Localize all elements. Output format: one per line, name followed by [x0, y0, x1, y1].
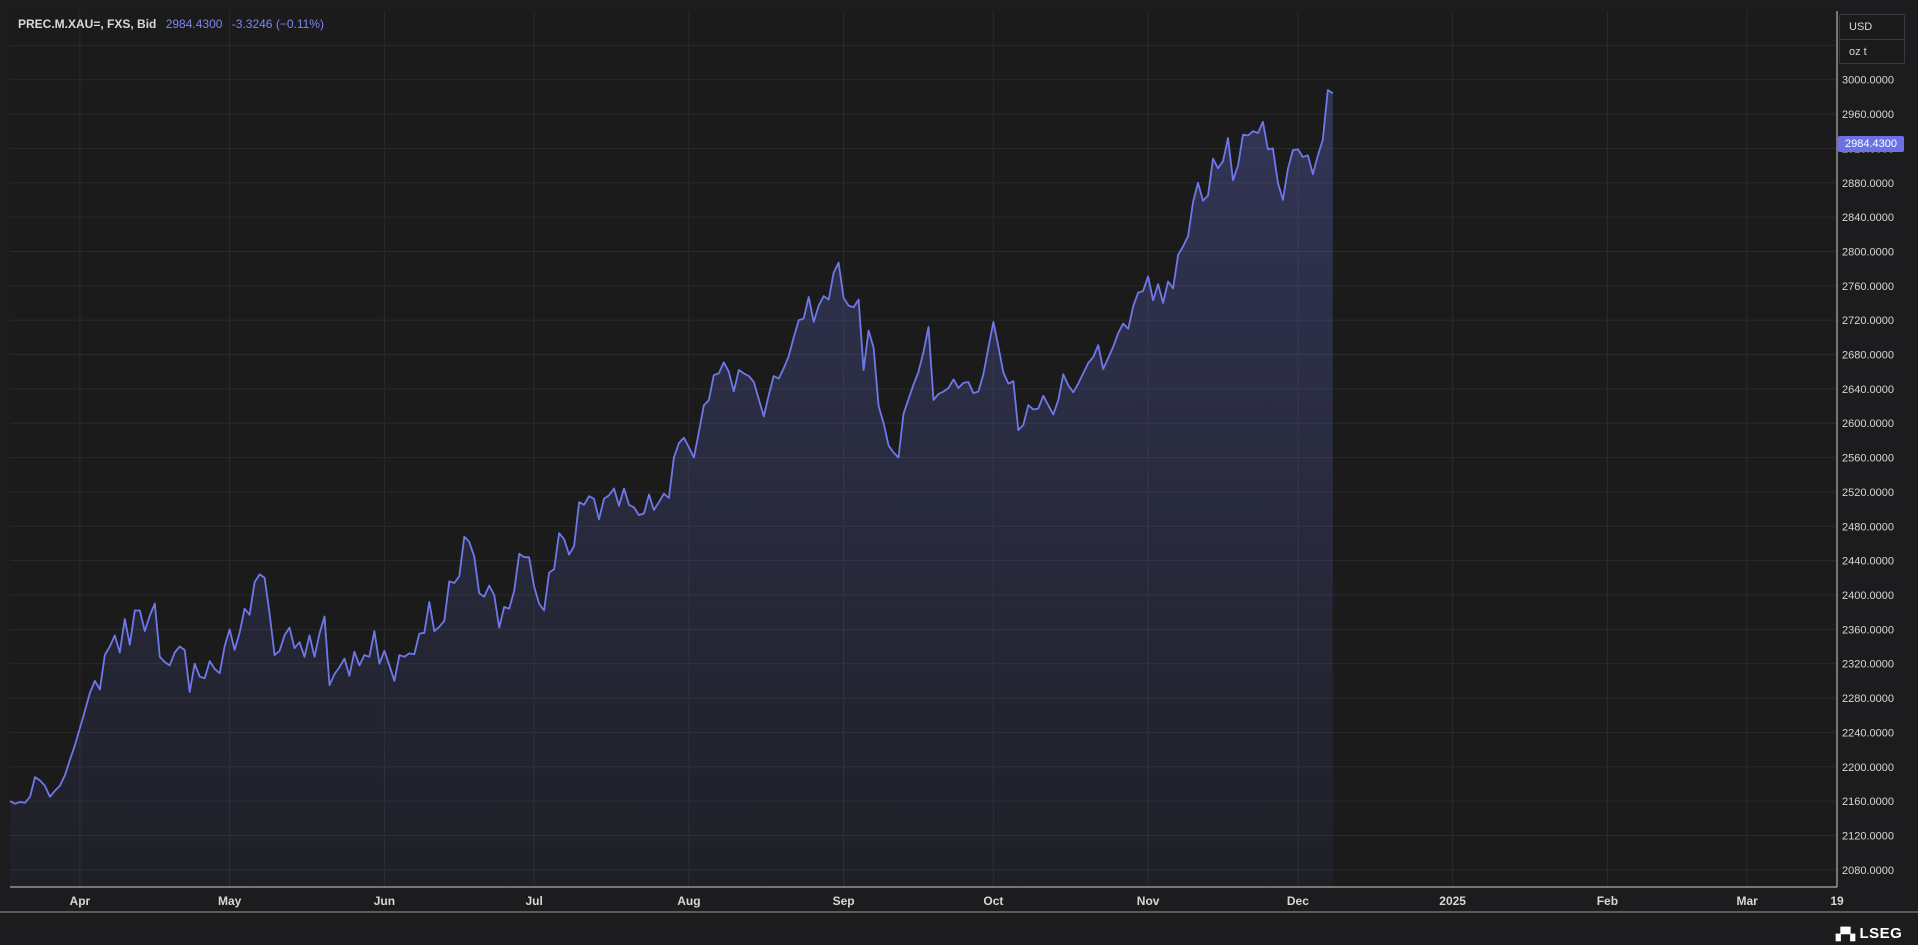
currency-label[interactable]: USD [1840, 15, 1904, 39]
price-change: -3.3246 (−0.11%) [231, 17, 324, 31]
y-tick-label: 2080.0000 [1842, 865, 1894, 877]
y-tick-label: 3000.0000 [1842, 75, 1894, 87]
price-chart[interactable]: 2080.0000 2120.0000 2160.0000 2200.0000 2240… [0, 0, 1918, 945]
lseg-logo: ▞▚ LSEG [1836, 925, 1902, 942]
chart-window: 2080.0000 2120.0000 2160.0000 2200.0000 2240… [0, 0, 1918, 945]
x-tick-label: Nov [1137, 894, 1160, 908]
y-tick-label: 2840.0000 [1842, 212, 1894, 224]
x-tick-label: Apr [70, 894, 91, 908]
x-tick-label: Jun [374, 894, 395, 908]
logo-text: LSEG [1859, 925, 1903, 942]
y-tick-label: 2720.0000 [1842, 315, 1894, 327]
y-axis: 2080.0000 2120.0000 2160.0000 2200.0000 2240… [1842, 40, 1894, 876]
x-tick-label: Dec [1287, 894, 1309, 908]
x-tick-label: 19 [1830, 894, 1844, 908]
y-tick-label: 2320.0000 [1842, 659, 1894, 671]
y-tick-label: 2400.0000 [1842, 590, 1894, 602]
y-tick-label: 2800.0000 [1842, 246, 1894, 258]
x-tick-label: 2025 [1439, 894, 1466, 908]
y-tick-label: 2560.0000 [1842, 453, 1894, 465]
y-tick-label: 2640.0000 [1842, 384, 1894, 396]
x-tick-label: Mar [1736, 894, 1758, 908]
instrument-header: PREC.M.XAU=, FXS, Bid 2984.4300 -3.3246 … [18, 17, 324, 31]
x-tick-label: Feb [1597, 894, 1618, 908]
instrument-name[interactable]: PREC.M.XAU=, FXS, Bid [18, 17, 156, 31]
y-tick-label: 2680.0000 [1842, 350, 1894, 362]
y-tick-label: 2600.0000 [1842, 418, 1894, 430]
unit-label[interactable]: oz t [1840, 39, 1904, 64]
last-value: 2984.4300 [165, 17, 223, 31]
y-tick-label: 2120.0000 [1842, 830, 1894, 842]
y-tick-label: 2360.0000 [1842, 624, 1894, 636]
x-tick-label: Oct [983, 894, 1003, 908]
price-area-fill [10, 90, 1333, 887]
last-price-marker: 2984.4300 [1838, 136, 1904, 152]
y-tick-label: 2520.0000 [1842, 487, 1894, 499]
x-tick-label: Aug [677, 894, 700, 908]
y-tick-label: 2440.0000 [1842, 556, 1894, 568]
lseg-mark-icon: ▞▚ [1836, 927, 1856, 941]
y-tick-label: 2160.0000 [1842, 796, 1894, 808]
x-tick-label: May [218, 894, 242, 908]
x-tick-label: Sep [833, 894, 855, 908]
y-tick-label: 2280.0000 [1842, 693, 1894, 705]
y-tick-label: 2200.0000 [1842, 762, 1894, 774]
x-axis: Apr May Jun Jul Aug Sep Oct Nov Dec 2025 Feb Mar 19 [70, 894, 1844, 908]
y-tick-label: 2760.0000 [1842, 281, 1894, 293]
unit-panel[interactable]: USD oz t [1839, 14, 1905, 64]
y-tick-label: 2480.0000 [1842, 521, 1894, 533]
x-tick-label: Jul [525, 894, 542, 908]
y-tick-label: 2880.0000 [1842, 178, 1894, 190]
y-tick-label: 2960.0000 [1842, 109, 1894, 121]
y-tick-label: 2240.0000 [1842, 727, 1894, 739]
